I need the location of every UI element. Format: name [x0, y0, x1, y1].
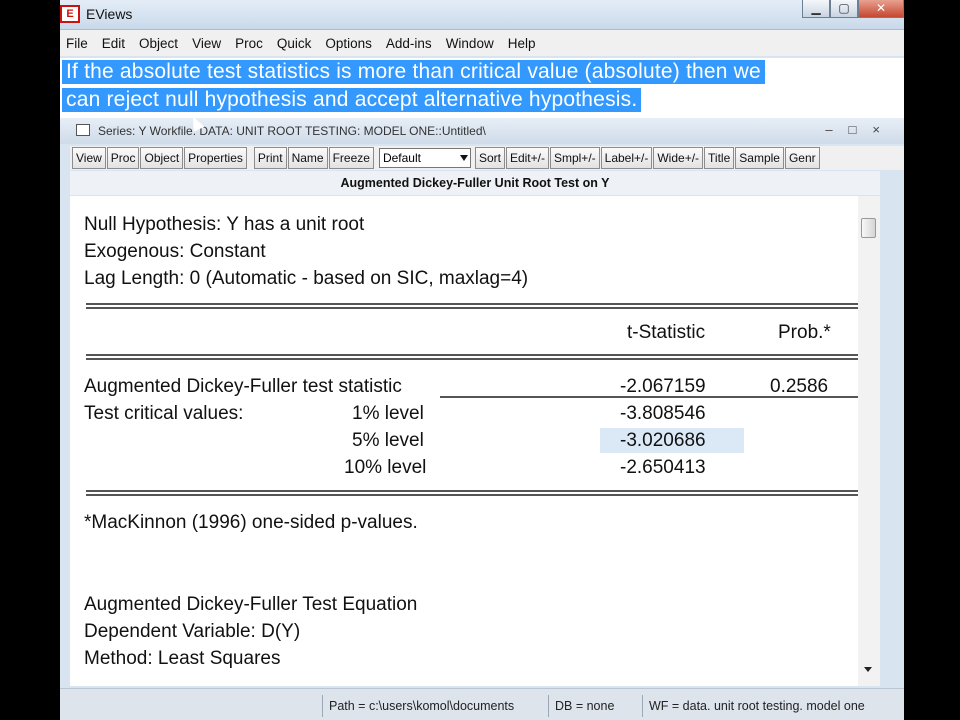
tb-print-button[interactable]: Print [253, 147, 287, 169]
format-select[interactable]: Default [378, 148, 471, 168]
critical-level-10: 10% level [344, 457, 427, 478]
tb-smpl-button[interactable]: Smpl+/- [549, 147, 600, 169]
divider-2 [86, 354, 870, 360]
series-window-title-bar: Series: Y Workfile: DATA: UNIT ROOT TEST… [60, 118, 904, 144]
tb-freeze-button[interactable]: Freeze [328, 147, 374, 169]
window-title: EViews [86, 6, 133, 22]
series-close-button[interactable]: × [872, 122, 880, 137]
tb-properties-button[interactable]: Properties [184, 147, 247, 169]
title-bar: E EViews ▁ ▢ ✕ [60, 0, 904, 30]
critical-level-5: 5% level [352, 430, 424, 451]
tb-label-button[interactable]: Label+/- [600, 147, 653, 169]
minimize-button[interactable]: ▁ [802, 0, 830, 18]
annotation-line-2: can reject null hypothesis and accept al… [62, 88, 642, 112]
critical-level-1: 1% level [352, 403, 424, 424]
critical-value-1: -3.808546 [620, 403, 706, 424]
critical-values-label: Test critical values: [84, 403, 244, 424]
eviews-window: E EViews ▁ ▢ ✕ File Edit Object View Pro… [60, 0, 904, 720]
close-button[interactable]: ✕ [858, 0, 904, 18]
right-black-border [904, 0, 960, 720]
adf-stat-value: -2.067159 [620, 376, 706, 397]
output-content[interactable]: Null Hypothesis: Y has a unit root Exoge… [70, 196, 880, 686]
equation-title: Augmented Dickey-Fuller Test Equation [84, 594, 418, 615]
maximize-button[interactable]: ▢ [830, 0, 858, 18]
lag-length-line: Lag Length: 0 (Automatic - based on SIC,… [84, 268, 529, 289]
eviews-app-icon: E [60, 5, 80, 23]
menu-help[interactable]: Help [508, 36, 536, 51]
chevron-down-icon [459, 155, 468, 161]
series-minimize-button[interactable]: – [825, 122, 832, 137]
tb-genr-button[interactable]: Genr [784, 147, 820, 169]
tb-wide-button[interactable]: Wide+/- [653, 147, 704, 169]
divider-1 [86, 303, 870, 309]
tb-object-button[interactable]: Object [140, 147, 184, 169]
critical-value-10: -2.650413 [620, 457, 706, 478]
scroll-thumb[interactable] [861, 218, 876, 238]
col-header-tstat: t-Statistic [627, 322, 706, 343]
exogenous-line: Exogenous: Constant [84, 241, 266, 262]
dependent-variable: Dependent Variable: D(Y) [84, 621, 301, 642]
footnote: *MacKinnon (1996) one-sided p-values. [84, 512, 418, 533]
status-path: Path = c:\users\komol\documents [322, 695, 544, 717]
series-maximize-button[interactable]: □ [849, 122, 857, 137]
status-wf: WF = data. unit root testing. model one [642, 695, 904, 717]
status-bar: Path = c:\users\komol\documents DB = non… [60, 688, 904, 720]
tb-title-button[interactable]: Title [704, 147, 735, 169]
format-select-value: Default [382, 151, 421, 165]
tb-proc-button[interactable]: Proc [106, 147, 140, 169]
series-window-icon [76, 124, 90, 136]
null-hypothesis: Null Hypothesis: Y has a unit root [84, 214, 365, 235]
adf-underline [440, 396, 860, 398]
series-window-controls: – □ × [825, 122, 880, 137]
scroll-down-arrow-icon[interactable] [864, 667, 872, 672]
adf-prob-value: 0.2586 [770, 376, 829, 397]
tb-name-button[interactable]: Name [287, 147, 328, 169]
menu-add-ins[interactable]: Add-ins [386, 36, 432, 51]
series-toolbar: View Proc Object Properties Print Name F… [70, 146, 904, 170]
menu-options[interactable]: Options [325, 36, 372, 51]
output-header: Augmented Dickey-Fuller Unit Root Test o… [70, 171, 880, 195]
adf-stat-label: Augmented Dickey-Fuller test statistic [84, 376, 402, 397]
annotation-line-1: If the absolute test statistics is more … [62, 60, 765, 84]
col-header-prob: Prob.* [778, 322, 831, 343]
menu-file[interactable]: File [66, 36, 88, 51]
menu-bar: File Edit Object View Proc Quick Options… [60, 30, 904, 56]
series-window-title: Series: Y Workfile: DATA: UNIT ROOT TEST… [98, 124, 486, 138]
critical-value-5[interactable]: -3.020686 [620, 430, 706, 452]
window-controls: ▁ ▢ ✕ [802, 0, 904, 20]
annotation-overlay: If the absolute test statistics is more … [60, 58, 904, 118]
tb-edit-button[interactable]: Edit+/- [505, 147, 549, 169]
tb-sample-button[interactable]: Sample [735, 147, 784, 169]
menu-object[interactable]: Object [139, 36, 178, 51]
menu-edit[interactable]: Edit [102, 36, 125, 51]
tb-view-button[interactable]: View [72, 147, 106, 169]
status-db: DB = none [548, 695, 638, 717]
divider-3 [86, 490, 870, 496]
tb-sort-button[interactable]: Sort [474, 147, 505, 169]
menu-quick[interactable]: Quick [277, 36, 312, 51]
method-line: Method: Least Squares [84, 648, 281, 669]
menu-window[interactable]: Window [446, 36, 494, 51]
left-black-border [0, 0, 60, 720]
menu-view[interactable]: View [192, 36, 221, 51]
menu-proc[interactable]: Proc [235, 36, 263, 51]
vertical-scrollbar[interactable] [858, 196, 880, 686]
